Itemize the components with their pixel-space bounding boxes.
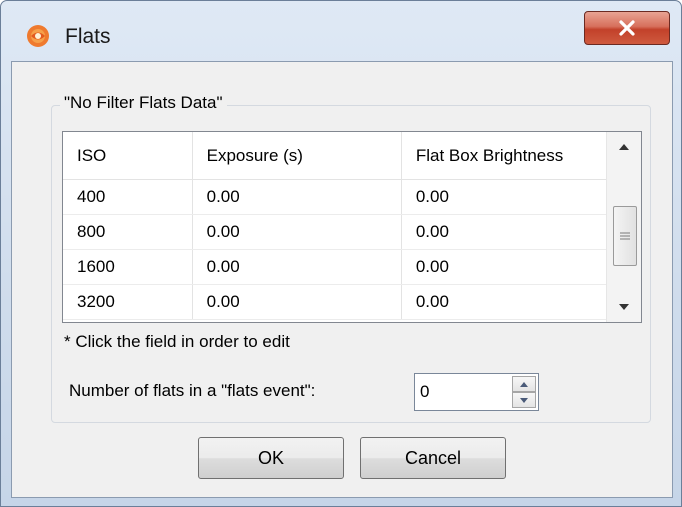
- cell-brightness[interactable]: 0.00: [401, 284, 608, 320]
- flats-dialog: Flats "No Filter Flats Data" ISO Exposur…: [0, 0, 682, 507]
- table-row: 1600 0.00 0.00: [63, 249, 608, 285]
- chevron-down-icon: [619, 304, 629, 310]
- cancel-button[interactable]: Cancel: [360, 437, 506, 479]
- flats-table[interactable]: ISO Exposure (s) Flat Box Brightness 400…: [62, 131, 642, 323]
- title-bar[interactable]: Flats: [1, 1, 681, 61]
- cell-iso[interactable]: 800: [63, 214, 193, 250]
- table-row: 400 0.00 0.00: [63, 179, 608, 215]
- flats-count-label: Number of flats in a "flats event":: [69, 381, 316, 400]
- ok-button[interactable]: OK: [198, 437, 344, 479]
- scroll-thumb[interactable]: [613, 206, 637, 266]
- cell-brightness[interactable]: 0.00: [401, 214, 608, 250]
- flats-count-stepper[interactable]: [414, 373, 539, 411]
- chevron-up-icon: [619, 144, 629, 150]
- stepper-buttons: [512, 376, 536, 408]
- grip-icon: [620, 232, 630, 240]
- cell-iso[interactable]: 3200: [63, 284, 193, 320]
- spin-up-icon: [520, 381, 528, 387]
- table-row: 800 0.00 0.00: [63, 214, 608, 250]
- cell-brightness[interactable]: 0.00: [401, 249, 608, 285]
- cell-exposure[interactable]: 0.00: [192, 214, 402, 250]
- cell-exposure[interactable]: 0.00: [192, 249, 402, 285]
- table-row: 3200 0.00 0.00: [63, 284, 608, 320]
- close-icon: [619, 20, 635, 36]
- flats-count-input[interactable]: [415, 374, 507, 410]
- cell-iso[interactable]: 1600: [63, 249, 193, 285]
- edit-hint: * Click the field in order to edit: [64, 332, 290, 351]
- cell-exposure[interactable]: 0.00: [192, 179, 402, 215]
- table-scrollbar[interactable]: [606, 132, 641, 322]
- flats-table-grid: ISO Exposure (s) Flat Box Brightness 400…: [63, 132, 608, 320]
- scroll-down-button[interactable]: [607, 292, 641, 322]
- scroll-up-button[interactable]: [607, 132, 641, 162]
- column-header-exposure[interactable]: Exposure (s): [192, 132, 402, 180]
- cell-iso[interactable]: 400: [63, 179, 193, 215]
- table-header-row: ISO Exposure (s) Flat Box Brightness: [63, 132, 608, 180]
- app-icon: [27, 25, 49, 47]
- dialog-body: "No Filter Flats Data" ISO Exposure (s) …: [11, 61, 673, 498]
- stepper-down-button[interactable]: [512, 392, 536, 408]
- groupbox-label: "No Filter Flats Data": [60, 93, 227, 113]
- close-button[interactable]: [584, 11, 670, 45]
- column-header-iso[interactable]: ISO: [63, 132, 193, 180]
- column-header-brightness[interactable]: Flat Box Brightness: [401, 132, 608, 180]
- cell-brightness[interactable]: 0.00: [401, 179, 608, 215]
- stepper-up-button[interactable]: [512, 376, 536, 392]
- cell-exposure[interactable]: 0.00: [192, 284, 402, 320]
- window-title: Flats: [65, 25, 111, 48]
- spin-down-icon: [520, 397, 528, 403]
